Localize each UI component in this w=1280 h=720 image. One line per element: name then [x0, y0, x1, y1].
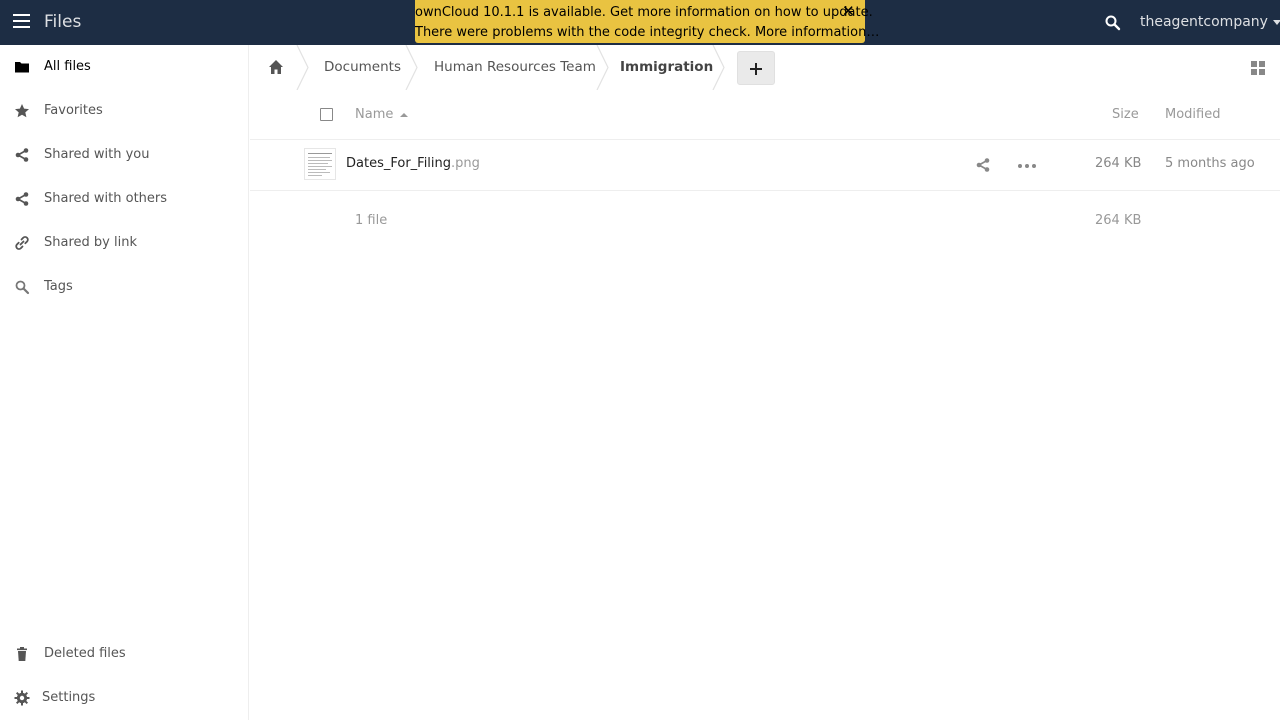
sort-ascending-icon [400, 113, 408, 117]
sidebar-item-label: Favorites [44, 103, 103, 118]
breadcrumb-separator [712, 45, 725, 90]
file-size: 264 KB [1095, 156, 1142, 171]
column-name[interactable]: Name [355, 107, 393, 122]
file-name[interactable]: Dates_For_Filing.png [346, 156, 480, 171]
column-size[interactable]: Size [1112, 107, 1139, 122]
table-header: Name Size Modified [250, 90, 1280, 140]
sidebar-item-settings[interactable]: Settings [0, 676, 249, 720]
sidebar-item-label: Shared by link [44, 235, 137, 250]
sidebar-item-label: Tags [44, 279, 73, 294]
sidebar-item-deleted-files[interactable]: Deleted files [0, 632, 249, 676]
sidebar-item-shared-with-others[interactable]: Shared with others [0, 177, 249, 221]
file-modified: 5 months ago [1165, 156, 1255, 171]
file-count: 1 file [355, 213, 388, 228]
trash-icon [17, 647, 27, 661]
folder-icon [15, 62, 29, 73]
sidebar-item-label: Deleted files [44, 646, 126, 661]
column-modified[interactable]: Modified [1165, 107, 1220, 122]
star-icon [15, 104, 29, 118]
breadcrumb-item[interactable]: Documents [324, 59, 401, 75]
breadcrumb: Documents Human Resources Team Immigrati… [250, 45, 1280, 90]
breadcrumb-separator [596, 45, 609, 90]
share-icon [15, 148, 29, 162]
search-icon[interactable] [1104, 14, 1122, 32]
breadcrumb-current[interactable]: Immigration [620, 59, 713, 75]
more-actions-icon[interactable] [1018, 164, 1036, 168]
sidebar-item-label: Shared with you [44, 147, 150, 162]
share-icon[interactable] [975, 157, 991, 173]
link-icon [15, 236, 29, 250]
share-icon [15, 192, 29, 206]
sidebar-item-all-files[interactable]: All files [0, 45, 249, 89]
table-row[interactable]: Dates_For_Filing.png 264 KB 5 months ago [250, 140, 1280, 191]
user-menu[interactable]: theagentcompany [1140, 14, 1280, 30]
table-summary: 1 file 264 KB [250, 191, 1280, 251]
update-message[interactable]: ownCloud 10.1.1 is available. Get more i… [415, 3, 873, 23]
select-all-checkbox[interactable] [320, 108, 333, 121]
menu-icon[interactable] [13, 14, 30, 31]
gear-icon [14, 690, 30, 706]
sidebar-item-label: Settings [42, 690, 96, 705]
breadcrumb-separator [405, 45, 418, 90]
grid-view-icon[interactable] [1251, 61, 1266, 76]
sidebar-item-label: All files [44, 59, 91, 74]
app-title[interactable]: Files [44, 12, 81, 32]
user-name: theagentcompany [1140, 14, 1268, 30]
sidebar-item-shared-with-you[interactable]: Shared with you [0, 133, 249, 177]
app-header: Files ownCloud 10.1.1 is available. Get … [0, 0, 1280, 45]
total-size: 264 KB [1095, 213, 1142, 228]
integrity-message[interactable]: There were problems with the code integr… [415, 23, 879, 43]
close-icon[interactable]: ✕ [842, 1, 855, 21]
update-notification: ownCloud 10.1.1 is available. Get more i… [415, 0, 879, 43]
new-button[interactable] [737, 51, 775, 85]
home-icon[interactable] [267, 58, 285, 76]
sidebar-item-favorites[interactable]: Favorites [0, 89, 249, 133]
breadcrumb-separator [296, 45, 309, 90]
sidebar-item-shared-by-link[interactable]: Shared by link [0, 221, 249, 265]
tag-search-icon [15, 280, 30, 295]
sidebar-item-tags[interactable]: Tags [0, 265, 249, 309]
caret-down-icon [1272, 19, 1280, 25]
file-thumbnail [304, 148, 336, 180]
sidebar-item-label: Shared with others [44, 191, 168, 206]
sidebar: All files Favorites Shared with you Shar… [0, 45, 249, 720]
breadcrumb-item[interactable]: Human Resources Team [434, 59, 596, 75]
